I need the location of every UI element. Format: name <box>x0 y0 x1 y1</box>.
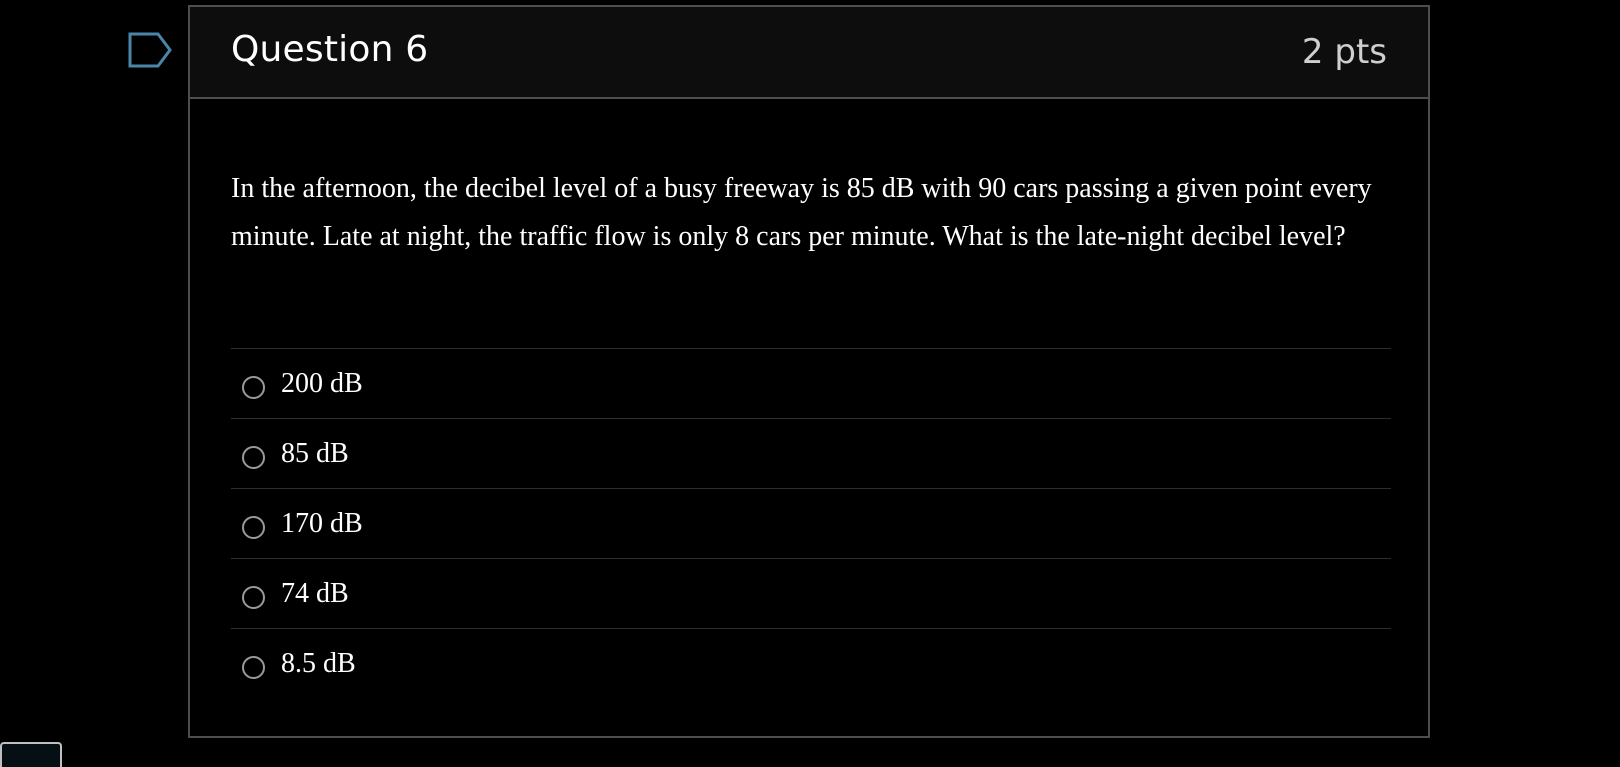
radio-button[interactable] <box>242 516 265 539</box>
answer-option[interactable]: 85 dB <box>231 418 1391 488</box>
answer-option[interactable]: 200 dB <box>231 348 1391 418</box>
question-points: 2 pts <box>1301 32 1387 72</box>
answer-option[interactable]: 170 dB <box>231 488 1391 558</box>
radio-button[interactable] <box>242 376 265 399</box>
answer-list: 200 dB 85 dB 170 dB 74 dB 8.5 dB <box>231 348 1391 698</box>
question-header: Question 6 2 pts <box>190 7 1428 99</box>
question-card: Question 6 2 pts In the afternoon, the d… <box>188 5 1430 738</box>
radio-button[interactable] <box>242 446 265 469</box>
question-title: Question 6 <box>231 29 429 70</box>
answer-label[interactable]: 170 dB <box>281 507 363 541</box>
answer-option[interactable]: 74 dB <box>231 558 1391 628</box>
corner-widget[interactable] <box>0 742 62 767</box>
answer-option[interactable]: 8.5 dB <box>231 628 1391 698</box>
answer-label[interactable]: 74 dB <box>281 577 349 611</box>
flag-question-icon[interactable] <box>128 32 172 68</box>
answer-label[interactable]: 85 dB <box>281 437 349 471</box>
answer-label[interactable]: 200 dB <box>281 367 363 401</box>
answer-label[interactable]: 8.5 dB <box>281 647 356 681</box>
radio-button[interactable] <box>242 586 265 609</box>
question-text: In the afternoon, the decibel level of a… <box>231 173 1372 252</box>
radio-button[interactable] <box>242 656 265 679</box>
